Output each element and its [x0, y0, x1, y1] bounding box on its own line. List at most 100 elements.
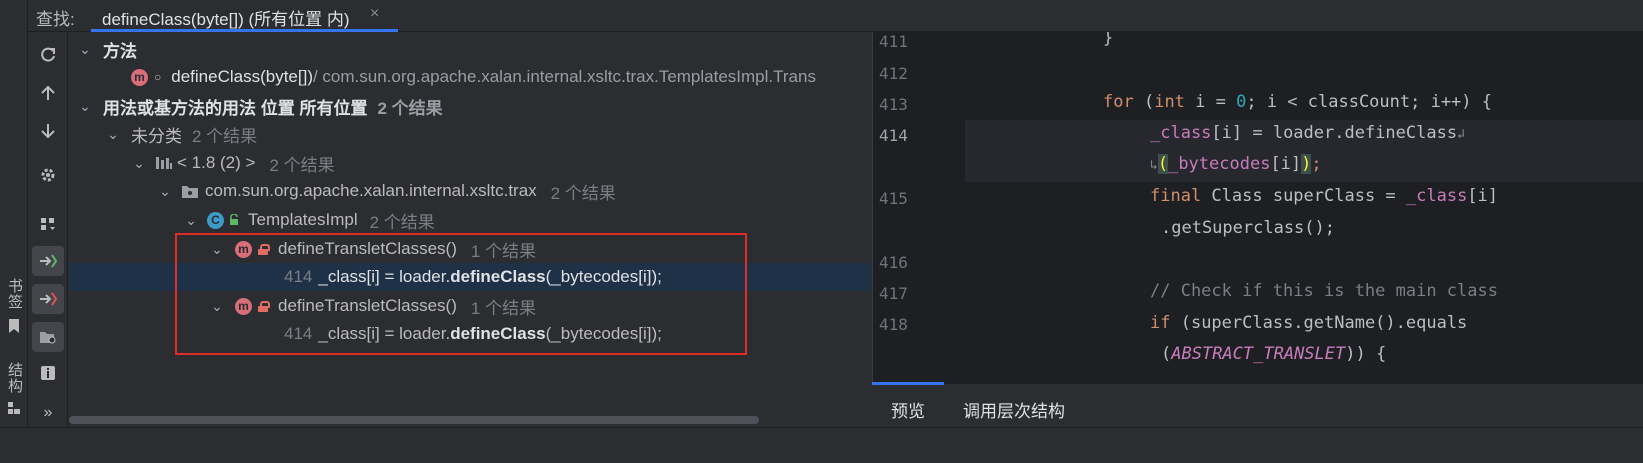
- bottom-tool-bar: [0, 427, 1643, 463]
- methods-group-row[interactable]: ⌄ 方法: [69, 35, 871, 63]
- library-icon: [156, 157, 172, 169]
- find-label: 查找:: [36, 10, 75, 29]
- constant-name: ABSTRACT_TRANSLET: [1171, 344, 1346, 364]
- chevron-down-icon[interactable]: ⌄: [77, 41, 93, 58]
- usages-group-label: 用法或基方法的用法 位置 所有位置: [103, 98, 368, 118]
- methods-group-label: 方法: [103, 41, 137, 61]
- code-line-418-wrapped: (ABSTRACT_TRANSLET)) {: [1161, 344, 1386, 364]
- code-preview-panel: 411 412 413 414 415 416 417 418 } for (i…: [872, 32, 1643, 384]
- field-name: _class: [1150, 123, 1212, 143]
- usages-group-row[interactable]: ⌄ 用法或基方法的用法 位置 所有位置 2 个结果: [69, 92, 871, 120]
- class-count: 2 个结果: [369, 212, 435, 232]
- class-icon: C: [207, 211, 224, 229]
- group-by-button[interactable]: [32, 209, 64, 239]
- chevron-down-icon[interactable]: ⌄: [131, 155, 147, 172]
- next-occurrence-button[interactable]: [32, 116, 64, 146]
- close-tab-icon[interactable]: ×: [370, 5, 379, 23]
- refresh-icon: [41, 47, 55, 62]
- line-number: 412: [879, 64, 908, 83]
- arrow-down-icon: [41, 124, 55, 139]
- line-number: 418: [879, 315, 908, 334]
- soft-wrap-continuation-icon: ↳: [1150, 158, 1158, 173]
- code-text: ; i < classCount; i++) {: [1246, 92, 1492, 112]
- autoscroll-to-source-toggle[interactable]: [32, 284, 64, 314]
- chevron-down-icon[interactable]: ⌄: [105, 126, 121, 143]
- preview-tab-bar: 预览 调用层次结构: [872, 385, 1643, 427]
- code-line-414: _class[i] = loader.defineClass↲: [1150, 123, 1465, 143]
- usages-count: 2 个结果: [377, 98, 443, 118]
- code-text: (: [1161, 344, 1172, 364]
- navigate-to-source-toggle[interactable]: [32, 246, 64, 276]
- line-number: 416: [879, 253, 908, 272]
- info-button[interactable]: [32, 358, 64, 388]
- package-row[interactable]: ⌄ com.sun.org.apache.xalan.internal.xslt…: [69, 177, 871, 205]
- line-number: 413: [879, 95, 908, 114]
- arrow-up-icon: [41, 85, 55, 100]
- chevron-down-icon[interactable]: ⌄: [77, 98, 93, 115]
- line-number: 414: [879, 126, 908, 145]
- info-icon: [41, 366, 55, 380]
- autoscroll-icon: [40, 292, 58, 306]
- more-actions-button[interactable]: »: [32, 398, 64, 428]
- package-visibility-icon: ○: [154, 70, 162, 84]
- code-text: .getSuperclass();: [1161, 218, 1335, 238]
- unclassified-row[interactable]: ⌄ 未分类 2 个结果: [69, 120, 871, 148]
- usages-tree: ⌄ 方法 m ○ defineClass(byte[]) / com.sun.o…: [69, 32, 871, 427]
- code-text: i =: [1184, 92, 1237, 112]
- soft-wrap-icon: ↲: [1457, 127, 1465, 142]
- code-line-415-wrapped: .getSuperclass();: [1161, 218, 1335, 238]
- highlight-annotation-box: [175, 233, 747, 355]
- closing-brace: }: [1103, 32, 1114, 48]
- left-tool-stripe: 书签 结构: [0, 0, 28, 463]
- keyword: for: [1103, 92, 1134, 112]
- jdk-row[interactable]: ⌄ < 1.8 (2) > 2 个结果: [69, 149, 871, 177]
- code-text: [i]: [1270, 154, 1302, 174]
- find-toolbar: »: [28, 32, 68, 427]
- code-line-418: if (superClass.getName().equals: [1150, 313, 1467, 333]
- matched-paren: ): [1301, 154, 1312, 174]
- code-text: (superClass.getName().equals: [1170, 313, 1468, 333]
- target-method-name: defineClass(byte[]): [171, 67, 313, 86]
- structure-icon[interactable]: [6, 400, 22, 416]
- group-icon: [41, 218, 55, 230]
- jdk-count: 2 个结果: [269, 155, 335, 175]
- unclassified-count: 2 个结果: [192, 126, 258, 146]
- jdk-label: < 1.8 (2) >: [177, 153, 256, 172]
- line-number-gutter: 411 412 413 414 415 416 417 418: [873, 32, 965, 384]
- target-method-row[interactable]: m ○ defineClass(byte[]) / com.sun.org.ap…: [69, 63, 871, 91]
- class-row[interactable]: ⌄ C TemplatesImpl 2 个结果: [69, 206, 871, 234]
- code-line-413: for (int i = 0; i < classCount; i++) {: [1103, 92, 1492, 112]
- code-text: Class superClass =: [1201, 186, 1406, 206]
- previous-occurrence-button[interactable]: [32, 78, 64, 108]
- comment-text: // Check if this is the main class: [1150, 281, 1498, 301]
- chevron-down-icon[interactable]: ⌄: [183, 212, 199, 229]
- find-results-tab[interactable]: defineClass(byte[]) (所有位置 内): [102, 5, 350, 30]
- horizontal-scrollbar[interactable]: [69, 416, 759, 424]
- code-line-411: }: [1103, 32, 1113, 48]
- code-text: (: [1133, 92, 1155, 112]
- package-folder-icon: [182, 186, 198, 198]
- chevron-down-icon[interactable]: ⌄: [157, 183, 173, 200]
- unclassified-label: 未分类: [131, 126, 182, 146]
- tab-call-hierarchy[interactable]: 调用层次结构: [963, 397, 1065, 422]
- target-method-path: / com.sun.org.apache.xalan.internal.xslt…: [312, 67, 816, 86]
- bookmarks-tool-label[interactable]: 书签: [4, 278, 25, 310]
- line-number: 415: [879, 189, 908, 208]
- settings-button[interactable]: [32, 160, 64, 190]
- matched-paren: (: [1157, 154, 1169, 174]
- code-text: [i]: [1467, 186, 1499, 206]
- package-label: com.sun.org.apache.xalan.internal.xsltc.…: [205, 181, 537, 200]
- structure-tool-label[interactable]: 结构: [4, 362, 25, 394]
- package-count: 2 个结果: [550, 183, 616, 203]
- rerun-button[interactable]: [32, 40, 64, 70]
- code-text: [i] = loader.defineClass: [1211, 123, 1458, 143]
- tab-preview[interactable]: 预览: [891, 397, 925, 422]
- group-by-file-structure-toggle[interactable]: [32, 322, 64, 352]
- semicolon: ;: [1311, 154, 1322, 174]
- keyword: int: [1154, 92, 1185, 112]
- folder-structure-icon: [40, 332, 56, 344]
- field-name: _bytecodes: [1168, 154, 1271, 174]
- bookmark-icon[interactable]: [6, 318, 22, 334]
- code-line-417: // Check if this is the main class: [1150, 281, 1498, 301]
- navigate-icon: [40, 254, 58, 268]
